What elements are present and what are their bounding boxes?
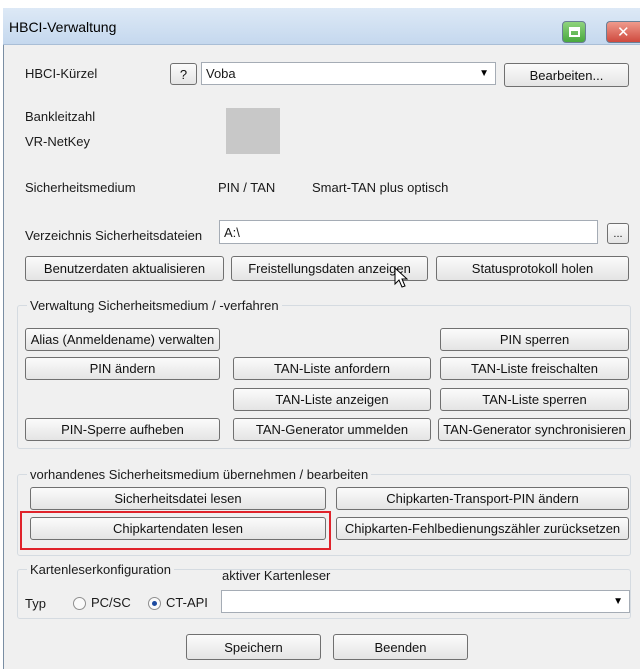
redacted-bank-details <box>226 108 280 154</box>
close-icon: ✕ <box>617 24 630 41</box>
hbci-kuerzel-select[interactable]: Voba ▼ <box>201 62 496 85</box>
edit-button[interactable]: Bearbeiten... <box>504 63 629 87</box>
window-title: HBCI-Verwaltung <box>9 19 117 35</box>
verzeichnis-input[interactable]: A:\ <box>219 220 598 244</box>
sicherheitsmedium-verfahren: Smart-TAN plus optisch <box>312 180 449 195</box>
hbci-kuerzel-value: Voba <box>206 66 236 81</box>
radio-ctapi[interactable] <box>148 597 161 610</box>
browse-button[interactable]: ... <box>607 223 629 244</box>
aktiver-kartenleser-select[interactable]: ▼ <box>221 590 630 613</box>
dropdown-arrow-icon: ▼ <box>479 68 489 79</box>
kartenleser-group-title: Kartenleserkonfiguration <box>27 562 174 577</box>
sicherheitsmedium-value: PIN / TAN <box>218 180 276 195</box>
sicherheitsdatei-lesen-button[interactable]: Sicherheitsdatei lesen <box>30 487 326 510</box>
statusprotokoll-holen-button[interactable]: Statusprotokoll holen <box>436 256 629 281</box>
vorhandenes-group-title: vorhandenes Sicherheitsmedium übernehmen… <box>27 467 372 482</box>
tan-liste-sperren-button[interactable]: TAN-Liste sperren <box>440 388 629 411</box>
tan-liste-anfordern-button[interactable]: TAN-Liste anfordern <box>233 357 431 380</box>
tan-generator-synchronisieren-button[interactable]: TAN-Generator synchronisieren <box>438 418 631 441</box>
close-dialog-button[interactable]: Beenden <box>333 634 468 660</box>
verzeichnis-value: A:\ <box>224 225 240 240</box>
aktiver-kartenleser-label: aktiver Kartenleser <box>222 568 331 583</box>
tan-liste-anzeigen-button[interactable]: TAN-Liste anzeigen <box>233 388 431 411</box>
minimize-button[interactable] <box>562 21 586 43</box>
radio-pcsc[interactable] <box>73 597 86 610</box>
close-button[interactable]: ✕ <box>606 21 640 43</box>
transport-pin-aendern-button[interactable]: Chipkarten-Transport-PIN ändern <box>336 487 629 510</box>
alias-verwalten-button[interactable]: Alias (Anmeldename) verwalten <box>25 328 220 351</box>
tan-generator-ummelden-button[interactable]: TAN-Generator ummelden <box>233 418 431 441</box>
mouse-cursor-icon <box>394 267 409 288</box>
save-button[interactable]: Speichern <box>186 634 321 660</box>
hbci-kuerzel-label: HBCI-Kürzel <box>25 66 98 81</box>
help-button[interactable]: ? <box>170 63 197 85</box>
dropdown-arrow-icon: ▼ <box>613 596 623 607</box>
fehlbedienungszaehler-zuruecksetzen-button[interactable]: Chipkarten-Fehlbedienungszähler zurückse… <box>336 517 629 540</box>
minimize-icon <box>569 27 580 37</box>
verzeichnis-label: Verzeichnis Sicherheitsdateien <box>25 228 203 243</box>
chipkartendaten-lesen-button[interactable]: Chipkartendaten lesen <box>30 517 326 540</box>
radio-pcsc-label: PC/SC <box>91 595 131 610</box>
pin-aendern-button[interactable]: PIN ändern <box>25 357 220 380</box>
tan-liste-freischalten-button[interactable]: TAN-Liste freischalten <box>440 357 629 380</box>
pin-sperre-aufheben-button[interactable]: PIN-Sperre aufheben <box>25 418 220 441</box>
radio-ctapi-label: CT-API <box>166 595 208 610</box>
bankleitzahl-label: Bankleitzahl <box>25 109 96 124</box>
benutzerdaten-aktualisieren-button[interactable]: Benutzerdaten aktualisieren <box>25 256 224 281</box>
radio-selected-dot <box>152 601 157 606</box>
verwaltung-group-title: Verwaltung Sicherheitsmedium / -verfahre… <box>27 298 282 313</box>
sicherheitsmedium-label: Sicherheitsmedium <box>25 180 136 195</box>
vrnetkey-label: VR-NetKey <box>25 134 91 149</box>
typ-label: Typ <box>25 596 46 611</box>
pin-sperren-button[interactable]: PIN sperren <box>440 328 629 351</box>
